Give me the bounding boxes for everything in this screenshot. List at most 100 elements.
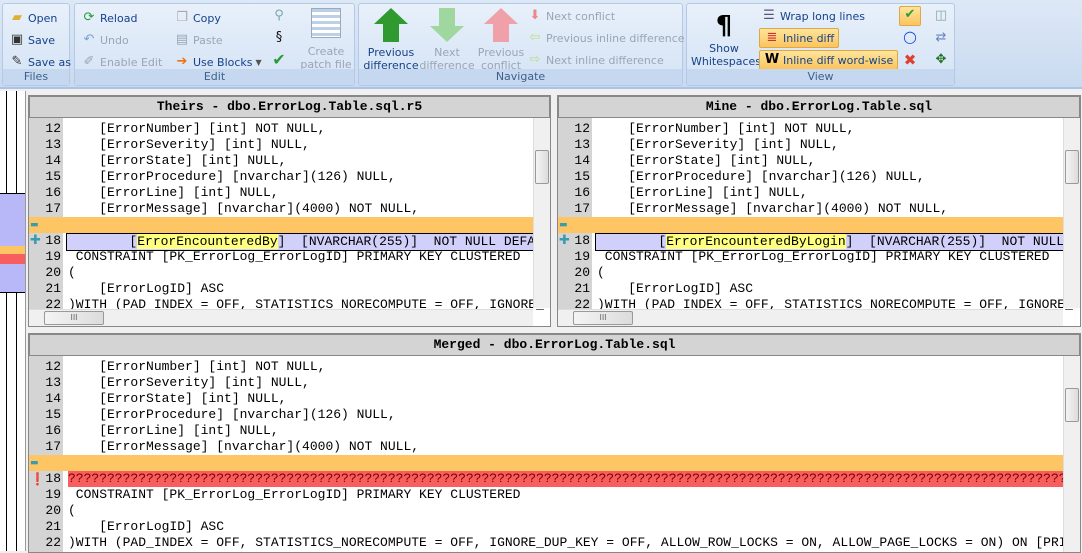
- code-line[interactable]: 21 [ErrorLogID] ASC: [29, 519, 1080, 535]
- mine-pane[interactable]: Mine - dbo.ErrorLog.Table.sql 12 [ErrorN…: [557, 95, 1081, 327]
- line-number: 19: [45, 249, 61, 264]
- code-line[interactable]: 20 (: [558, 265, 1080, 281]
- previous-conflict-button[interactable]: Previous conflict: [473, 8, 529, 72]
- conflict-icon[interactable]: ❗: [30, 471, 45, 487]
- check-icon[interactable]: ✔: [271, 52, 287, 68]
- swap-icon[interactable]: ⇄: [933, 30, 949, 46]
- code-line[interactable]: 16 [ErrorLine] [int] NULL,: [29, 423, 1080, 439]
- line-text: [ErrorSeverity] [int] NULL,: [597, 137, 839, 152]
- minus-icon[interactable]: ▬: [30, 455, 39, 471]
- code-line[interactable]: 16 [ErrorLine] [int] NULL,: [558, 185, 1080, 201]
- code-line[interactable]: ▬: [29, 217, 550, 233]
- theirs-pane[interactable]: Theirs - dbo.ErrorLog.Table.sql.r5 12 [E…: [28, 95, 551, 327]
- minus-icon[interactable]: ▬: [30, 217, 39, 233]
- line-text: [ErrorLogID] ASC: [597, 281, 754, 296]
- paste-button[interactable]: ▤ Paste: [174, 30, 223, 50]
- code-line[interactable]: 15 [ErrorProcedure] [nvarchar](126) NULL…: [29, 169, 550, 185]
- undo-button[interactable]: ↶ Undo: [81, 30, 129, 50]
- merged-vertical-scrollbar[interactable]: [1063, 356, 1080, 552]
- save-icon: ▣: [10, 32, 24, 47]
- line-text: [ErrorSeverity] [int] NULL,: [68, 137, 310, 152]
- inline-diff-button[interactable]: ≣ Inline diff: [759, 28, 840, 48]
- save-button[interactable]: ▣ Save: [9, 30, 55, 50]
- link-icon[interactable]: §: [271, 30, 287, 46]
- copy-button[interactable]: ❐ Copy: [174, 8, 221, 28]
- code-line[interactable]: 21 [ErrorLogID] ASC: [558, 281, 1080, 297]
- previous-difference-button[interactable]: Previous difference: [363, 8, 419, 72]
- edit-group: ⟳ Reload ↶ Undo ✐ Enable Edit ❐ Copy ▤ Paste …: [74, 3, 355, 86]
- collapse-icon[interactable]: ✥: [933, 52, 949, 68]
- show-resolved-icon[interactable]: ✔: [899, 6, 921, 26]
- inline-diff-word-wise-button[interactable]: W Inline diff word-wise: [759, 50, 899, 70]
- code-line[interactable]: 14 [ErrorState] [int] NULL,: [558, 153, 1080, 169]
- line-number: 12: [45, 121, 61, 136]
- code-line[interactable]: ▬: [29, 455, 1080, 471]
- code-line[interactable]: 17 [ErrorMessage] [nvarchar](4000) NOT N…: [29, 439, 1080, 455]
- code-line[interactable]: 19 CONSTRAINT [PK_ErrorLog_ErrorLogID] P…: [29, 487, 1080, 503]
- reload-button[interactable]: ⟳ Reload: [81, 8, 138, 28]
- minus-icon[interactable]: ▬: [559, 217, 568, 233]
- code-line[interactable]: 22)WITH (PAD_INDEX = OFF, STATISTICS_NOR…: [29, 535, 1080, 551]
- wrap-long-lines-button[interactable]: ☰ Wrap long lines: [761, 6, 865, 26]
- reload-icon: ⟳: [83, 10, 95, 25]
- plus-icon[interactable]: ✚: [30, 233, 41, 249]
- previous-inline-difference-button[interactable]: ⇦ Previous inline difference: [527, 28, 685, 48]
- mine-vertical-scrollbar[interactable]: [1063, 118, 1080, 308]
- line-number: 17: [45, 201, 61, 216]
- code-line[interactable]: 18??????????????????????????????????????…: [29, 471, 1080, 487]
- line-text: CONSTRAINT [PK_ErrorLog_ErrorLogID] PRIM…: [68, 487, 521, 502]
- open-button[interactable]: ▰ Open: [9, 8, 57, 28]
- code-line[interactable]: 15 [ErrorProcedure] [nvarchar](126) NULL…: [29, 407, 1080, 423]
- next-inline-difference-button[interactable]: ⇨ Next inline difference: [527, 50, 664, 70]
- code-line[interactable]: 13 [ErrorSeverity] [int] NULL,: [29, 137, 550, 153]
- mine-horizontal-scrollbar[interactable]: III: [558, 309, 1063, 326]
- plus-icon[interactable]: ✚: [559, 233, 570, 249]
- create-patch-button[interactable]: Create patch file: [299, 8, 353, 71]
- code-line[interactable]: 12 [ErrorNumber] [int] NOT NULL,: [29, 359, 1080, 375]
- location-pane[interactable]: [0, 91, 26, 551]
- code-line[interactable]: ▬: [558, 217, 1080, 233]
- code-line[interactable]: 17 [ErrorMessage] [nvarchar](4000) NOT N…: [29, 201, 550, 217]
- paste-icon: ▤: [175, 32, 189, 47]
- code-line[interactable]: 20 (: [29, 265, 550, 281]
- line-number: 15: [574, 169, 590, 184]
- code-line[interactable]: 13 [ErrorSeverity] [int] NULL,: [29, 375, 1080, 391]
- line-text: [ErrorNumber] [int] NOT NULL,: [68, 359, 326, 374]
- code-line[interactable]: 19 CONSTRAINT [PK_ErrorLog_ErrorLogID] P…: [558, 249, 1080, 265]
- code-line[interactable]: 18 [ErrorEncounteredByLogin] [NVARCHAR(2…: [558, 233, 1080, 251]
- code-line[interactable]: 16 [ErrorLine] [int] NULL,: [29, 185, 550, 201]
- code-line[interactable]: 12 [ErrorNumber] [int] NOT NULL,: [29, 121, 550, 137]
- find-icon[interactable]: ⚲: [271, 8, 287, 24]
- circle-icon[interactable]: ○: [902, 29, 918, 45]
- show-whitespaces-button[interactable]: ¶ Show Whitespaces: [691, 10, 761, 68]
- layout-icon[interactable]: ◫: [933, 8, 949, 24]
- copy-icon: ❐: [176, 10, 188, 25]
- line-text: ????????????????????????????????????????…: [68, 471, 1080, 487]
- line-number: 12: [574, 121, 590, 136]
- line-text: [ErrorNumber] [int] NOT NULL,: [68, 121, 326, 136]
- navigate-caption: Navigate: [359, 69, 682, 85]
- code-line[interactable]: 14 [ErrorState] [int] NULL,: [29, 153, 550, 169]
- merged-pane[interactable]: Merged - dbo.ErrorLog.Table.sql 12 [Erro…: [28, 333, 1081, 553]
- code-line[interactable]: 13 [ErrorSeverity] [int] NULL,: [558, 137, 1080, 153]
- code-line[interactable]: 21 [ErrorLogID] ASC: [29, 281, 550, 297]
- save-as-icon: ✎: [11, 54, 23, 69]
- code-line[interactable]: 19 CONSTRAINT [PK_ErrorLog_ErrorLogID] P…: [29, 249, 550, 265]
- theirs-horizontal-scrollbar[interactable]: III: [29, 309, 533, 326]
- cross-icon[interactable]: ✖: [902, 52, 918, 68]
- code-line[interactable]: 18 [ErrorEncounteredBy] [NVARCHAR(255)] …: [29, 233, 550, 251]
- code-line[interactable]: 12 [ErrorNumber] [int] NOT NULL,: [558, 121, 1080, 137]
- line-number: 12: [45, 359, 61, 374]
- code-line[interactable]: 14 [ErrorState] [int] NULL,: [29, 391, 1080, 407]
- theirs-title: Theirs - dbo.ErrorLog.Table.sql.r5: [29, 96, 550, 118]
- next-difference-button[interactable]: Next difference: [419, 8, 475, 72]
- code-line[interactable]: 17 [ErrorMessage] [nvarchar](4000) NOT N…: [558, 201, 1080, 217]
- theirs-vertical-scrollbar[interactable]: [533, 118, 550, 308]
- ribbon: ▰ Open ▣ Save ✎ Save as Files ⟳ Reload ↶ Undo…: [0, 0, 1082, 89]
- inline-diff-icon: ≣: [766, 30, 778, 45]
- line-number: 14: [45, 153, 61, 168]
- code-line[interactable]: 20 (: [29, 503, 1080, 519]
- code-line[interactable]: 15 [ErrorProcedure] [nvarchar](126) NULL…: [558, 169, 1080, 185]
- view-group: ¶ Show Whitespaces ☰ Wrap long lines ≣ Inlin…: [686, 3, 955, 86]
- next-conflict-button[interactable]: ⬇ Next conflict: [527, 6, 616, 26]
